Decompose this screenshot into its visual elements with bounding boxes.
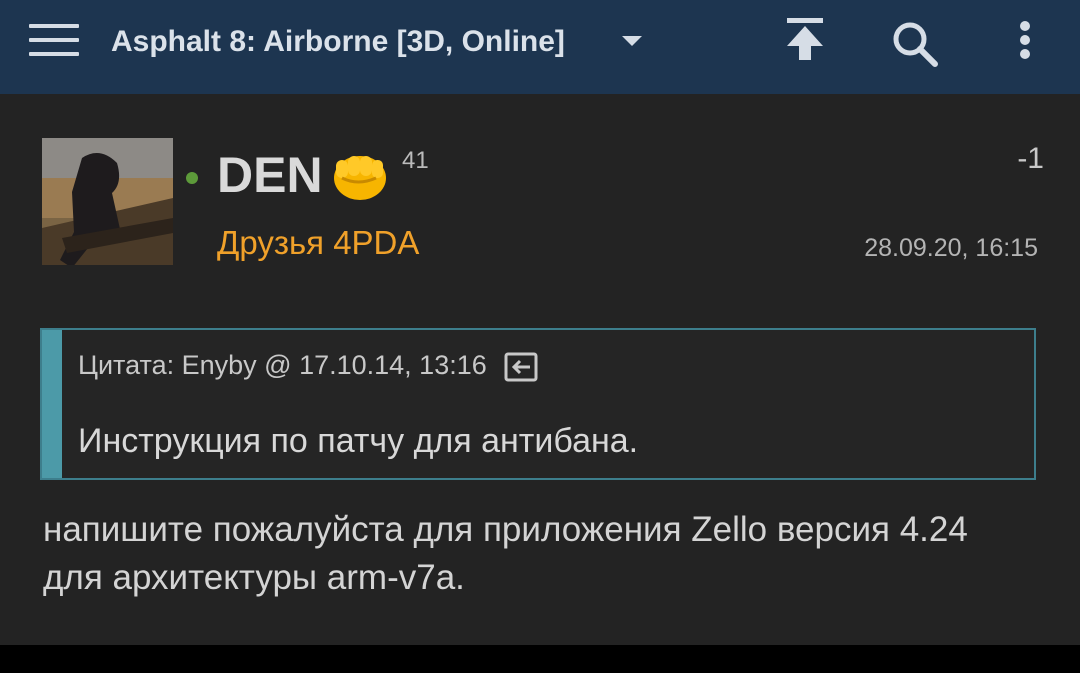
fist-emoji-icon xyxy=(328,148,388,204)
scroll-to-top-icon[interactable] xyxy=(775,14,835,74)
post-body-text: напишите пожалуйста для приложения Zello… xyxy=(43,510,968,597)
quote-header: Цитата: Enyby @ 17.10.14, 13:16 xyxy=(78,350,538,382)
user-group: Друзья 4PDA xyxy=(217,224,420,261)
hamburger-menu-icon[interactable] xyxy=(29,24,79,56)
dropdown-arrow-icon[interactable] xyxy=(622,36,642,46)
topic-title[interactable]: Asphalt 8: Airborne [3D, Online] xyxy=(111,22,565,62)
reputation-count[interactable]: 41 xyxy=(402,147,429,175)
bottom-edge xyxy=(0,645,1080,673)
online-status-indicator xyxy=(186,172,198,184)
post-rating[interactable]: -1 xyxy=(1017,142,1044,176)
quote-accent-bar xyxy=(42,330,62,478)
avatar[interactable] xyxy=(42,138,173,265)
top-app-bar: Asphalt 8: Airborne [3D, Online] xyxy=(0,0,1080,94)
quote-text: Инструкция по патчу для антибана. xyxy=(78,422,639,460)
go-to-quote-icon[interactable] xyxy=(504,352,538,382)
quote-header-text: Цитата: Enyby @ 17.10.14, 13:16 xyxy=(78,350,487,380)
quote-block: Цитата: Enyby @ 17.10.14, 13:16 Инструкц… xyxy=(40,328,1036,480)
post-timestamp: 28.09.20, 16:15 xyxy=(864,234,1038,262)
author-username[interactable]: DEN xyxy=(217,145,323,205)
search-icon[interactable] xyxy=(885,14,945,74)
more-vert-icon[interactable] xyxy=(995,14,1055,74)
